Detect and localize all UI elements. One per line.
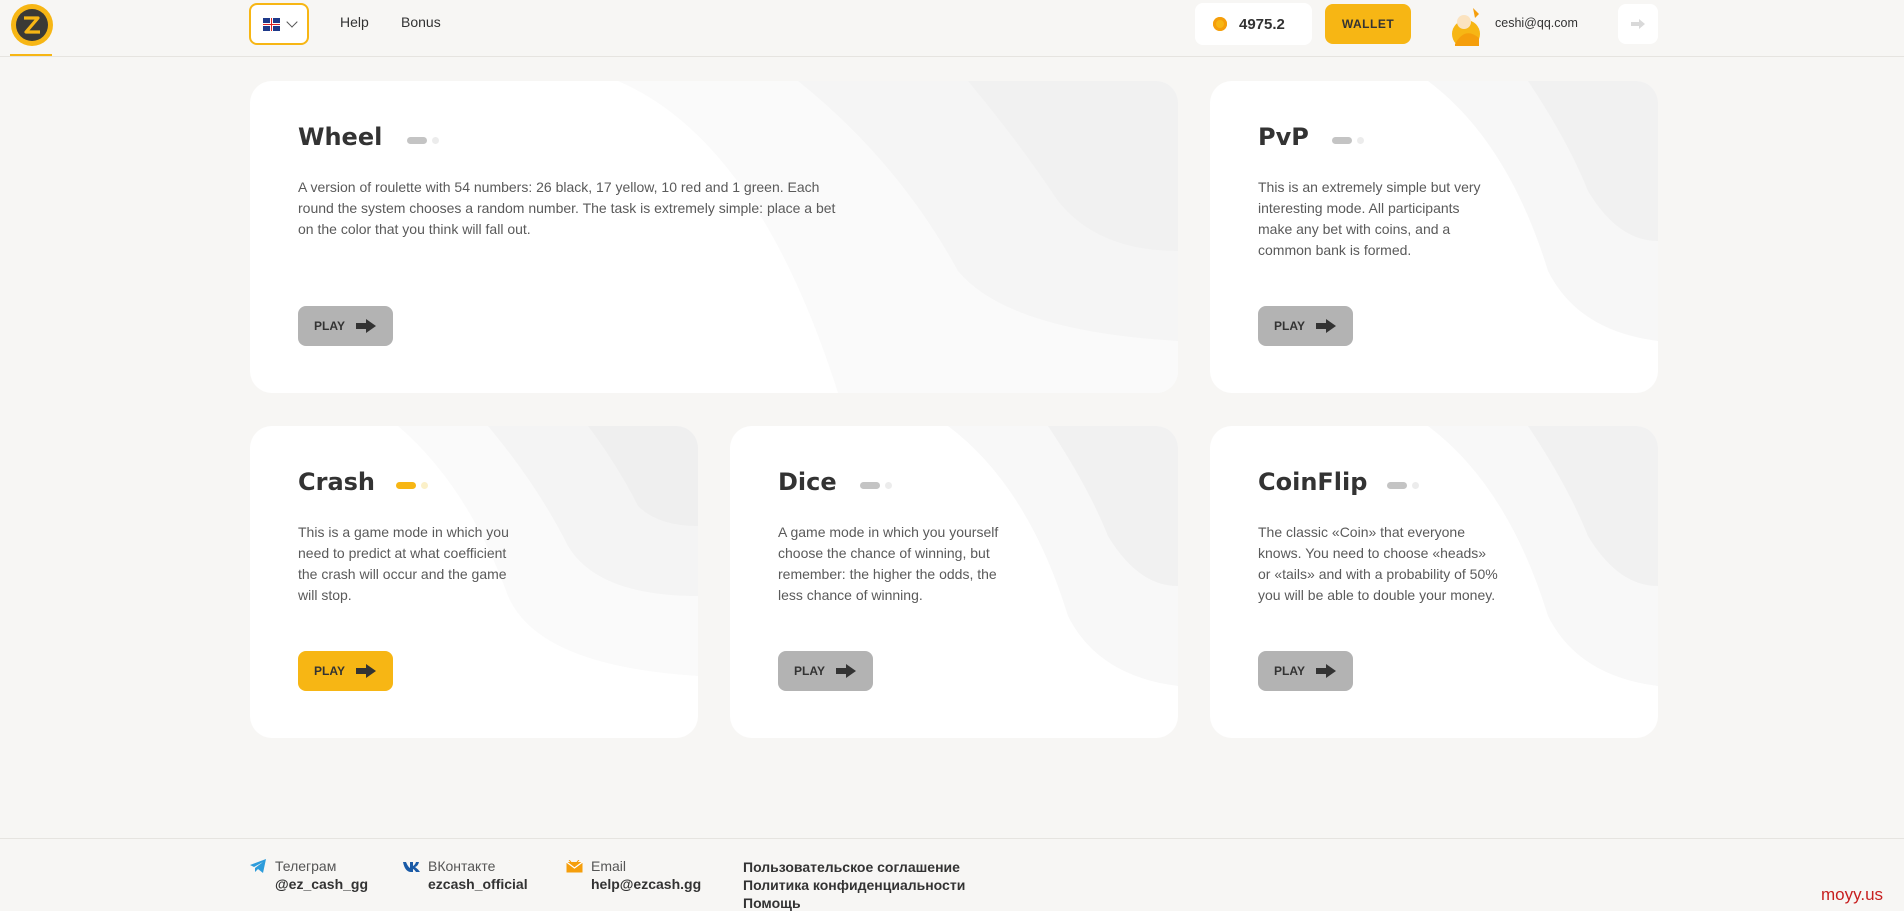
arrow-right-icon [355, 319, 376, 333]
footer-vk[interactable]: ВКонтакте ezcash_official [403, 858, 528, 892]
balance-display: 4975.2 [1195, 3, 1312, 45]
game-card-coinflip: CoinFlip The classic «Coin» that everyon… [1210, 426, 1658, 738]
play-coinflip-button[interactable]: PLAY [1258, 651, 1353, 691]
play-label: PLAY [794, 664, 825, 678]
status-dots [1332, 137, 1364, 144]
vk-label: ВКонтакте [428, 858, 496, 874]
footer-email[interactable]: Email help@ezcash.gg [566, 858, 701, 892]
game-card-crash: Crash This is a game mode in which you n… [250, 426, 698, 738]
wallet-button[interactable]: WALLET [1325, 4, 1411, 44]
footer-link-privacy-policy[interactable]: Политика конфиденциальности [743, 876, 965, 894]
play-dice-button[interactable]: PLAY [778, 651, 873, 691]
chevron-down-icon [285, 16, 298, 28]
telegram-label: Телеграм [275, 858, 337, 874]
watermark: moyy.us [1821, 885, 1884, 904]
play-pvp-button[interactable]: PLAY [1258, 306, 1353, 346]
footer: Телеграм @ez_cash_gg ВКонтакте ezcash_of… [0, 838, 1904, 911]
game-description: A game mode in which you yourself choose… [778, 524, 999, 603]
avatar[interactable] [1445, 4, 1483, 48]
arrow-right-icon [1315, 319, 1336, 333]
arrow-right-icon [835, 664, 856, 678]
play-crash-button[interactable]: PLAY [298, 651, 393, 691]
user-email[interactable]: ceshi@qq.com [1495, 16, 1578, 30]
top-bar: Help Bonus 4975.2 WALLET ceshi@qq.com [0, 0, 1904, 57]
email-icon [566, 859, 583, 872]
game-title: PvP [1258, 123, 1309, 151]
game-description: A version of roulette with 54 numbers: 2… [298, 179, 836, 237]
uk-flag-icon [262, 17, 280, 31]
game-title: Crash [298, 468, 376, 496]
active-indicator [10, 54, 52, 56]
play-wheel-button[interactable]: PLAY [298, 306, 393, 346]
footer-link-user-agreement[interactable]: Пользовательское соглашение [743, 858, 965, 876]
balance-value: 4975.2 [1239, 15, 1285, 33]
game-card-dice: Dice A game mode in which you yourself c… [730, 426, 1178, 738]
nav-bonus[interactable]: Bonus [401, 14, 441, 30]
game-description: This is an extremely simple but very int… [1258, 179, 1481, 258]
arrow-right-icon [355, 664, 376, 678]
game-title: Wheel [298, 123, 383, 151]
play-label: PLAY [1274, 319, 1305, 333]
nav-help[interactable]: Help [340, 14, 369, 30]
status-dots [1387, 482, 1419, 489]
game-description: The classic «Coin» that everyone knows. … [1258, 524, 1498, 603]
status-dots [407, 137, 439, 144]
footer-telegram[interactable]: Телеграм @ez_cash_gg [250, 858, 368, 892]
game-description: This is a game mode in which you need to… [298, 524, 509, 603]
email-address[interactable]: help@ezcash.gg [566, 876, 701, 892]
status-dots [860, 482, 892, 489]
telegram-handle[interactable]: @ez_cash_gg [250, 876, 368, 892]
game-title: Dice [778, 468, 837, 496]
vk-handle[interactable]: ezcash_official [403, 876, 528, 892]
arrow-right-icon [1315, 664, 1336, 678]
logo-icon [16, 9, 48, 41]
language-selector[interactable] [249, 3, 309, 45]
play-label: PLAY [1274, 664, 1305, 678]
game-card-pvp: PvP This is an extremely simple but very… [1210, 81, 1658, 393]
status-dots [396, 482, 428, 489]
telegram-icon [250, 859, 266, 873]
play-label: PLAY [314, 664, 345, 678]
vk-icon [403, 861, 420, 872]
game-card-wheel: Wheel A version of roulette with 54 numb… [250, 81, 1178, 393]
email-label: Email [591, 858, 627, 874]
logout-button[interactable] [1618, 4, 1658, 44]
coin-icon [1213, 17, 1227, 31]
footer-links: Пользовательское соглашение Политика кон… [743, 858, 965, 911]
logout-icon [1631, 19, 1645, 29]
play-label: PLAY [314, 319, 345, 333]
footer-link-help[interactable]: Помощь [743, 894, 965, 911]
game-title: CoinFlip [1258, 468, 1368, 496]
ez-logo[interactable] [11, 4, 53, 46]
